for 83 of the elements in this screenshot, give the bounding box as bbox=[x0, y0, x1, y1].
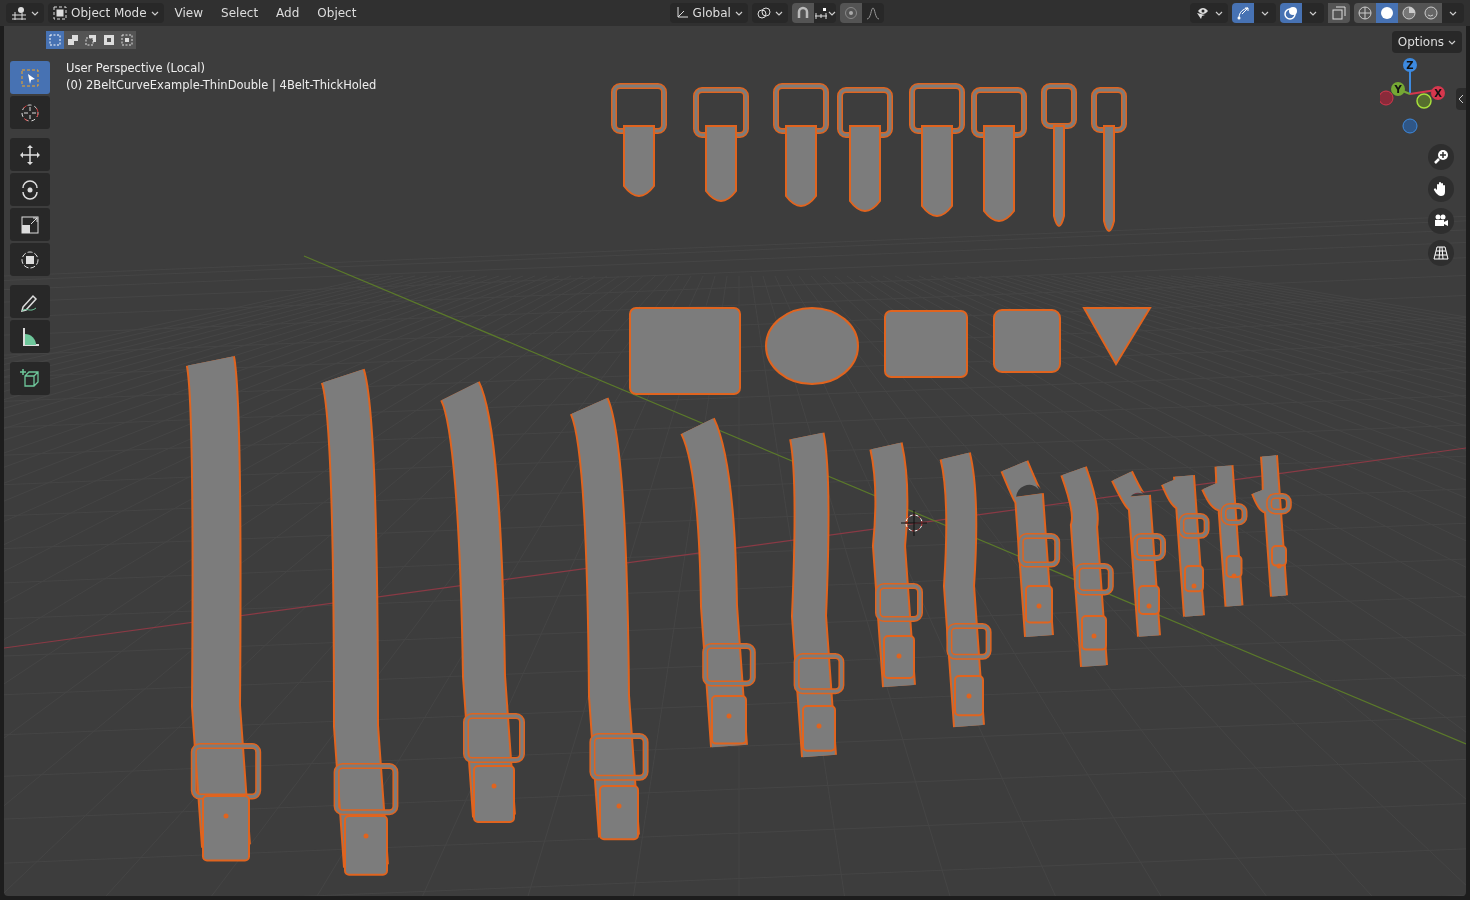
increment-icon bbox=[813, 7, 828, 19]
add-cube-icon bbox=[19, 367, 41, 390]
3d-cursor-icon bbox=[900, 509, 928, 537]
grid-icon bbox=[1433, 245, 1449, 261]
xray-icon bbox=[1332, 6, 1346, 20]
perspective-label: User Perspective (Local) bbox=[66, 61, 206, 75]
chevron-icon bbox=[1309, 10, 1317, 16]
falloff-curve-icon bbox=[865, 6, 880, 20]
zoom-button[interactable] bbox=[1428, 144, 1454, 170]
chevron-icon bbox=[734, 10, 743, 16]
selection-mode-icon bbox=[120, 33, 134, 47]
pan-button[interactable] bbox=[1428, 176, 1454, 202]
camera-view-button[interactable] bbox=[1428, 208, 1454, 234]
tool-button[interactable] bbox=[10, 243, 50, 276]
editor-type-button[interactable] bbox=[6, 3, 44, 23]
camera-icon bbox=[1433, 213, 1449, 229]
menu-item[interactable]: Select bbox=[214, 3, 266, 23]
proportional-editing-toggle[interactable] bbox=[839, 3, 862, 23]
tool-button[interactable] bbox=[10, 320, 50, 353]
move-icon bbox=[19, 143, 41, 166]
axes-icon bbox=[674, 6, 689, 20]
visibility-dropdown[interactable] bbox=[1190, 3, 1228, 23]
chevron-icon bbox=[1449, 10, 1457, 16]
scale-icon bbox=[19, 213, 41, 236]
rotate-icon bbox=[19, 178, 41, 201]
xray-toggle[interactable] bbox=[1328, 3, 1350, 23]
viewport-icon bbox=[11, 6, 27, 20]
mode-dropdown[interactable]: Object Mode bbox=[48, 3, 164, 23]
wireframe-shading-icon bbox=[1358, 6, 1372, 20]
tool-button[interactable] bbox=[10, 173, 50, 206]
target-icon bbox=[843, 6, 858, 20]
selection-mode-icon bbox=[102, 33, 116, 47]
chevron-icon bbox=[1215, 10, 1223, 16]
shading-dropdown[interactable] bbox=[1442, 3, 1464, 23]
gizmo-toggle[interactable] bbox=[1232, 3, 1254, 23]
chevron-icon bbox=[1448, 39, 1456, 45]
shading-mode-button[interactable] bbox=[1354, 3, 1376, 23]
selection-mode-icon bbox=[84, 33, 98, 47]
gizmo-dropdown[interactable] bbox=[1254, 3, 1276, 23]
object-label: (0) 2BeltCurveExample-ThinDouble | 4Belt-ThickHoled bbox=[66, 78, 377, 92]
shading-mode-button[interactable] bbox=[1398, 3, 1420, 23]
overlays-toggle[interactable] bbox=[1280, 3, 1302, 23]
selection-mode-icon bbox=[66, 33, 80, 47]
material-shading-icon bbox=[1402, 6, 1416, 20]
overlay-circles-icon bbox=[1284, 6, 1298, 20]
overlays-dropdown[interactable] bbox=[1302, 3, 1324, 23]
transform-icon bbox=[19, 248, 41, 271]
menu-item[interactable]: Object bbox=[310, 3, 364, 23]
tool-button[interactable] bbox=[10, 138, 50, 171]
chevron-icon bbox=[827, 10, 836, 16]
pivot-point-dropdown[interactable] bbox=[751, 3, 788, 23]
snap-toggle[interactable] bbox=[791, 3, 814, 23]
transform-orientation-dropdown[interactable]: Global bbox=[669, 3, 748, 23]
tool-button[interactable] bbox=[10, 362, 50, 395]
chevron-left-icon bbox=[1457, 93, 1465, 104]
chevron-icon bbox=[31, 10, 39, 16]
menu-item[interactable]: View bbox=[167, 3, 211, 23]
sidebar-toggle[interactable] bbox=[1456, 88, 1466, 110]
link-rings-icon bbox=[756, 6, 771, 20]
chevron-icon bbox=[774, 10, 783, 16]
rendered-shading-icon bbox=[1424, 6, 1438, 20]
shading-mode-button[interactable] bbox=[1376, 3, 1398, 23]
selection-mode-icon bbox=[48, 33, 62, 47]
selection-mode-button[interactable] bbox=[118, 31, 136, 49]
tool-button[interactable] bbox=[10, 208, 50, 241]
selection-mode-button[interactable] bbox=[64, 31, 82, 49]
snap-target-dropdown[interactable] bbox=[813, 3, 836, 23]
tool-button[interactable] bbox=[10, 285, 50, 318]
orthographic-toggle-button[interactable] bbox=[1428, 240, 1454, 266]
falloff-dropdown[interactable] bbox=[861, 3, 884, 23]
solid-shading-icon bbox=[1380, 6, 1394, 20]
magnet-icon bbox=[795, 6, 810, 20]
menu-item[interactable]: Add bbox=[269, 3, 307, 23]
chevron-icon bbox=[150, 10, 159, 16]
cursor-icon bbox=[19, 101, 41, 124]
object-mode-icon bbox=[53, 6, 67, 20]
chevron-icon bbox=[1261, 10, 1269, 16]
arrow-curve-icon bbox=[1236, 6, 1250, 20]
navigation-gizmo[interactable]: Z Y X bbox=[1380, 58, 1450, 138]
select-box-icon bbox=[19, 66, 41, 89]
zoom-icon bbox=[1433, 149, 1449, 165]
options-dropdown[interactable]: Options bbox=[1391, 31, 1462, 53]
shading-mode-button[interactable] bbox=[1420, 3, 1442, 23]
